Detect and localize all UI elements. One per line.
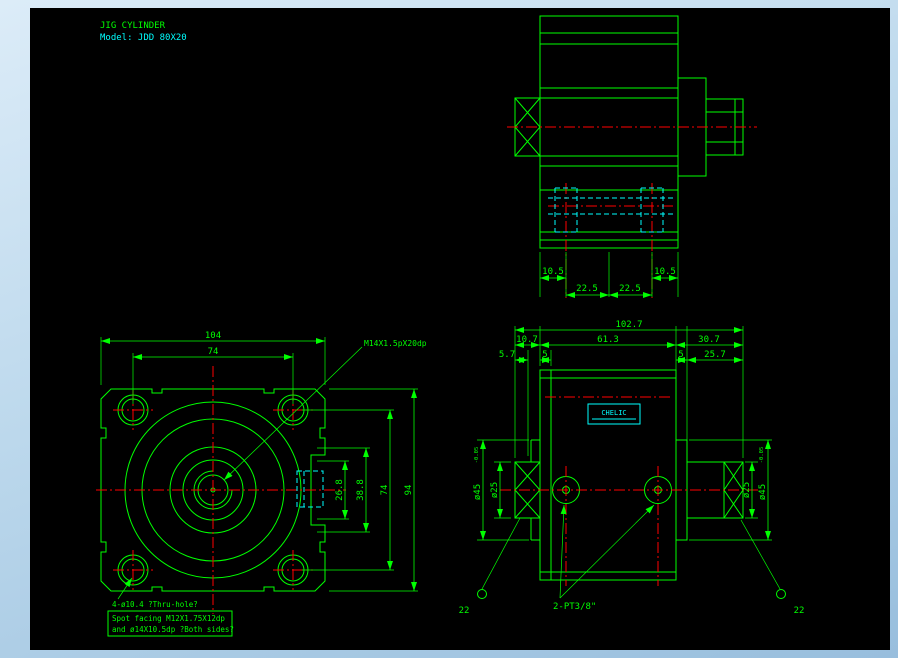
note-line-1: 4-ø10.4 ?Thru-hole?	[112, 600, 198, 609]
dim-225-right: 22.5	[619, 284, 641, 294]
dim-57: 5.7	[499, 350, 515, 360]
thread-callout: M14X1.5pX20dp	[364, 339, 427, 348]
dim-225-left: 22.5	[576, 284, 598, 294]
balloon-right-label: 22	[794, 606, 805, 616]
dim-104: 104	[205, 331, 221, 341]
cad-window: JIG CYLINDER Model: JDD 80X20 10.5 10.5 …	[0, 0, 898, 658]
note-line-2: Spot facing M12X1.75X12dp	[112, 614, 225, 623]
dim-5-left: 5	[542, 350, 547, 360]
dim-1027: 102.7	[615, 320, 642, 330]
dim-105-right: 10.5	[654, 267, 676, 277]
dia25-left: ø25	[490, 482, 500, 498]
drawing-model: Model: JDD 80X20	[100, 33, 187, 43]
dim-74-horizontal: 74	[208, 347, 219, 357]
dim-105-left: 10.5	[542, 267, 564, 277]
dim-257: 25.7	[704, 350, 726, 360]
port-label: 2-PT3/8"	[553, 602, 596, 612]
dia45-right: ø45	[758, 484, 768, 500]
dim-107: 10.7	[516, 335, 538, 345]
dim-307: 30.7	[698, 335, 720, 345]
drawing-title: JIG CYLINDER	[100, 21, 166, 31]
note-line-3: and ø14X10.5dp ?Both sides?	[112, 625, 234, 634]
balloon-left-label: 22	[459, 606, 470, 616]
dia25-right: ø25	[742, 482, 752, 498]
dim-268: 26.8	[335, 479, 345, 501]
dim-613: 61.3	[597, 335, 619, 345]
dim-388: 38.8	[356, 479, 366, 501]
drawing-canvas-bg	[30, 8, 890, 650]
drawing-canvas[interactable]: JIG CYLINDER Model: JDD 80X20 10.5 10.5 …	[0, 0, 898, 658]
dim-5-right: 5	[678, 350, 683, 360]
tolerance-right: -0.05	[759, 447, 765, 464]
dim-94: 94	[404, 485, 414, 496]
dia45-left: ø45	[473, 484, 483, 500]
nameplate-brand: CHELIC	[601, 409, 626, 417]
tolerance-left: -0.05	[474, 447, 480, 464]
dim-74-vertical: 74	[380, 485, 390, 496]
